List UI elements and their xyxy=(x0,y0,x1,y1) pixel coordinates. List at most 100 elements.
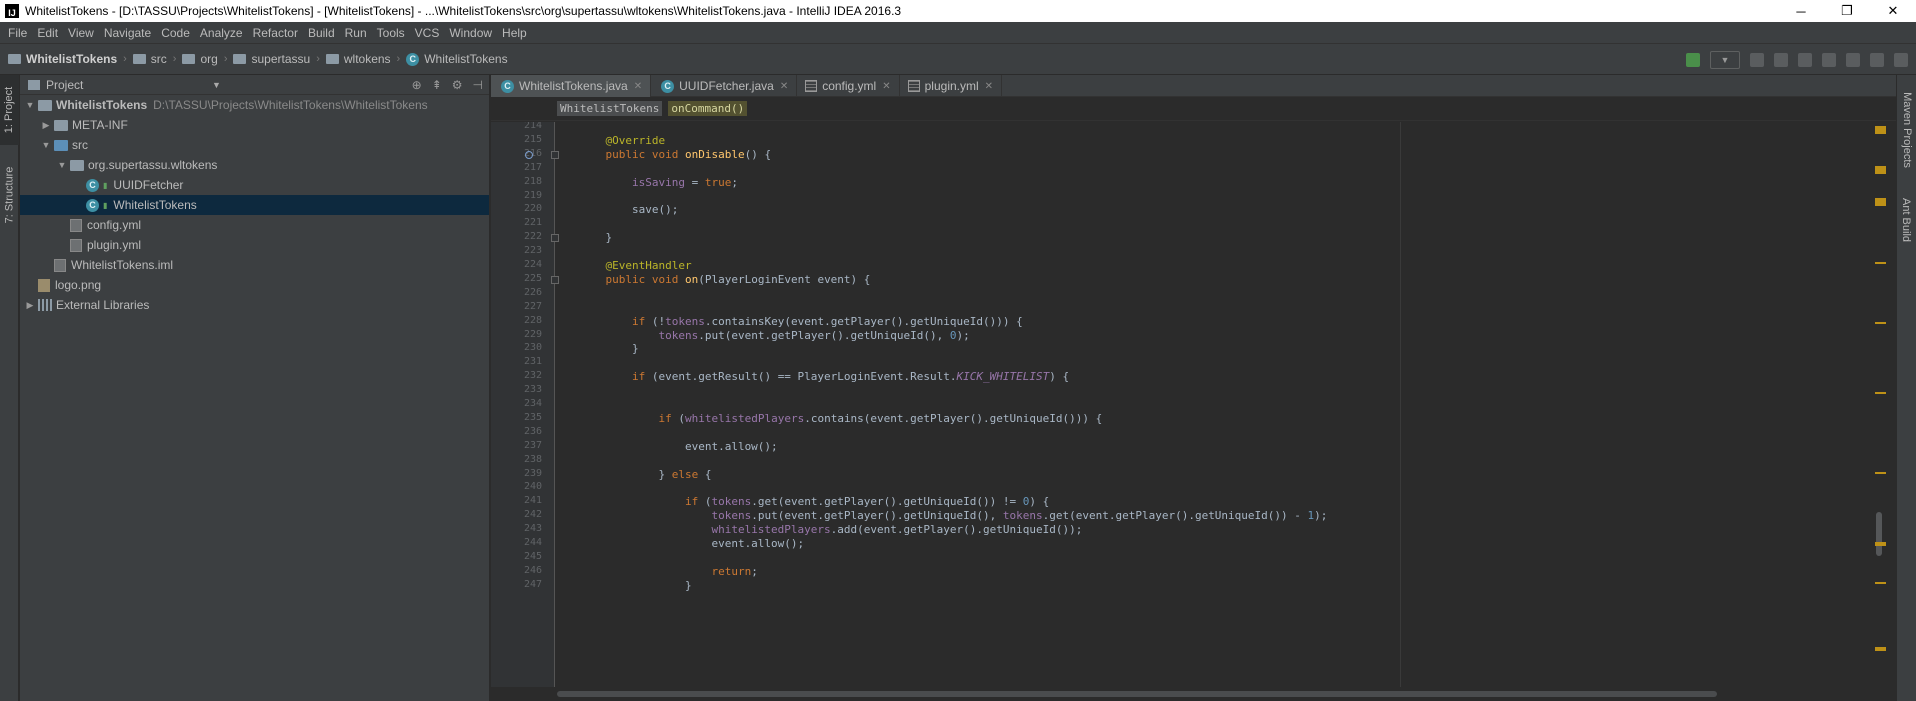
tab-maven-projects[interactable]: Maven Projects xyxy=(1897,85,1916,175)
tab-project-tool[interactable]: 1: Project xyxy=(0,75,19,145)
error-stripe-marker[interactable] xyxy=(1875,126,1886,134)
code-line[interactable]: if (event.getResult() == PlayerLoginEven… xyxy=(579,370,1069,383)
menu-vcs[interactable]: VCS xyxy=(411,26,446,40)
profile-icon[interactable] xyxy=(1822,53,1836,67)
error-stripe-marker[interactable] xyxy=(1875,582,1886,584)
breadcrumb-item[interactable]: WhitelistTokens › xyxy=(8,52,127,66)
breadcrumb-item[interactable]: C WhitelistTokens xyxy=(406,52,508,66)
error-stripe-marker[interactable] xyxy=(1875,262,1886,264)
maximize-button[interactable]: ❐ xyxy=(1824,0,1870,22)
tree-item[interactable]: ▼ src xyxy=(20,135,489,155)
coverage-icon[interactable] xyxy=(1798,53,1812,67)
menu-build[interactable]: Build xyxy=(304,26,341,40)
tree-item[interactable]: ▼ WhitelistTokens D:\TASSU\Projects\Whitel… xyxy=(20,95,489,115)
error-stripe-marker[interactable] xyxy=(1875,198,1886,206)
fold-marker-icon[interactable] xyxy=(551,275,559,284)
code-line[interactable]: tokens.put(event.getPlayer().getUniqueId… xyxy=(579,509,1327,522)
menu-navigate[interactable]: Navigate xyxy=(100,26,157,40)
error-stripe-marker[interactable] xyxy=(1875,322,1886,324)
collapse-all-icon[interactable]: ⇞ xyxy=(432,78,442,92)
fold-marker-icon[interactable] xyxy=(551,150,559,159)
project-structure-icon[interactable] xyxy=(1870,53,1884,67)
menu-window[interactable]: Window xyxy=(445,26,498,40)
editor-tab[interactable]: plugin.yml ✕ xyxy=(900,75,1003,97)
vertical-scrollbar[interactable] xyxy=(1872,122,1886,687)
menu-tools[interactable]: Tools xyxy=(373,26,411,40)
tree-item[interactable]: WhitelistTokens.iml xyxy=(20,255,489,275)
line-number-gutter[interactable]: 214 215 216 217 218 219 220 221 222 223 224 225 226 2… xyxy=(491,122,559,687)
code-line[interactable]: event.allow(); xyxy=(579,440,778,453)
close-tab-icon[interactable]: ✕ xyxy=(780,81,788,92)
vertical-scroll-thumb[interactable] xyxy=(1876,512,1882,556)
project-panel-title[interactable]: Project xyxy=(46,78,83,92)
stop-icon[interactable] xyxy=(1846,53,1860,67)
error-stripe-marker[interactable] xyxy=(1875,392,1886,394)
tree-item[interactable]: plugin.yml xyxy=(20,235,489,255)
code-line[interactable]: public void onDisable() { xyxy=(579,148,772,161)
breadcrumb-item[interactable]: org › xyxy=(182,52,227,66)
code-line[interactable]: isSaving = true; xyxy=(579,176,738,189)
menu-help[interactable]: Help xyxy=(498,26,533,40)
menu-refactor[interactable]: Refactor xyxy=(249,26,304,40)
menu-view[interactable]: View xyxy=(64,26,100,40)
code-line[interactable]: @EventHandler xyxy=(579,259,692,272)
code-line[interactable]: if (!tokens.containsKey(event.getPlayer(… xyxy=(579,315,1023,328)
tab-ant-build[interactable]: Ant Build xyxy=(1897,185,1916,255)
run-configuration-dropdown[interactable]: ▼ xyxy=(1710,51,1740,69)
close-tab-icon[interactable]: ✕ xyxy=(882,81,890,92)
expanded-arrow-icon[interactable]: ▼ xyxy=(40,140,52,150)
minimize-button[interactable]: ─ xyxy=(1778,0,1824,22)
collapsed-arrow-icon[interactable]: ▶ xyxy=(40,120,52,131)
override-method-icon[interactable] xyxy=(525,150,533,159)
horizontal-scroll-thumb[interactable] xyxy=(557,691,1717,697)
search-everywhere-icon[interactable] xyxy=(1894,53,1908,67)
gear-icon[interactable]: ⚙ xyxy=(452,78,463,92)
code-line[interactable]: } xyxy=(579,579,692,592)
editor-tab[interactable]: C UUIDFetcher.java ✕ xyxy=(651,75,798,97)
close-button[interactable]: ✕ xyxy=(1870,0,1916,22)
breadcrumb-item[interactable]: src › xyxy=(132,52,176,66)
debug-icon[interactable] xyxy=(1774,53,1788,67)
editor-tab[interactable]: C WhitelistTokens.java ✕ xyxy=(491,75,652,97)
menu-run[interactable]: Run xyxy=(341,26,373,40)
code-line[interactable]: tokens.put(event.getPlayer().getUniqueId… xyxy=(579,329,969,342)
tree-item[interactable]: ▶ External Libraries xyxy=(20,295,489,315)
error-stripe-marker[interactable] xyxy=(1875,166,1886,174)
tree-item[interactable]: config.yml xyxy=(20,215,489,235)
code-line[interactable]: event.allow(); xyxy=(579,537,804,550)
code-line[interactable]: whitelistedPlayers.add(event.getPlayer()… xyxy=(579,523,1082,536)
code-line[interactable]: if (whitelistedPlayers.contains(event.ge… xyxy=(579,412,1102,425)
tab-structure-tool[interactable]: 7: Structure xyxy=(0,155,19,235)
breadcrumb-class[interactable]: WhitelistTokens xyxy=(557,101,663,116)
code-line[interactable]: } xyxy=(579,231,612,244)
code-editor[interactable]: 214 215 216 217 218 219 220 221 222 223 224 225 226 2… xyxy=(491,122,1896,687)
error-stripe-marker[interactable] xyxy=(1875,647,1886,651)
horizontal-scrollbar[interactable] xyxy=(557,687,1887,701)
code-line[interactable]: } xyxy=(579,342,639,355)
error-stripe-marker[interactable] xyxy=(1875,472,1886,474)
tree-item[interactable]: ▼ org.supertassu.wltokens xyxy=(20,155,489,175)
tree-item[interactable]: ▶ META-INF xyxy=(20,115,489,135)
breadcrumb-item[interactable]: wltokens › xyxy=(325,52,400,66)
close-tab-icon[interactable]: ✕ xyxy=(634,81,642,92)
breadcrumb-item[interactable]: supertassu › xyxy=(233,52,320,66)
tree-item[interactable]: C ▮ WhitelistTokens xyxy=(20,195,489,215)
code-line[interactable]: public void on(PlayerLoginEvent event) { xyxy=(579,273,871,286)
menu-analyze[interactable]: Analyze xyxy=(196,26,249,40)
run-icon[interactable] xyxy=(1750,53,1764,67)
error-stripe-marker[interactable] xyxy=(1875,542,1886,546)
hide-panel-icon[interactable]: ⊣ xyxy=(473,78,483,92)
code-line[interactable]: save(); xyxy=(579,203,678,216)
expanded-arrow-icon[interactable]: ▼ xyxy=(56,160,68,170)
tree-item[interactable]: C ▮ UUIDFetcher xyxy=(20,175,489,195)
sync-icon[interactable]: ⊕ xyxy=(412,78,422,92)
fold-marker-icon[interactable] xyxy=(551,234,559,243)
menu-code[interactable]: Code xyxy=(157,26,196,40)
close-tab-icon[interactable]: ✕ xyxy=(985,81,993,92)
build-icon[interactable] xyxy=(1686,53,1700,67)
breadcrumb-method[interactable]: onCommand() xyxy=(668,101,748,116)
collapsed-arrow-icon[interactable]: ▶ xyxy=(24,300,36,311)
chevron-down-icon[interactable]: ▼ xyxy=(212,80,221,90)
code-line[interactable]: if (tokens.get(event.getPlayer().getUniq… xyxy=(579,495,1049,508)
code-line[interactable]: } else { xyxy=(579,468,711,481)
